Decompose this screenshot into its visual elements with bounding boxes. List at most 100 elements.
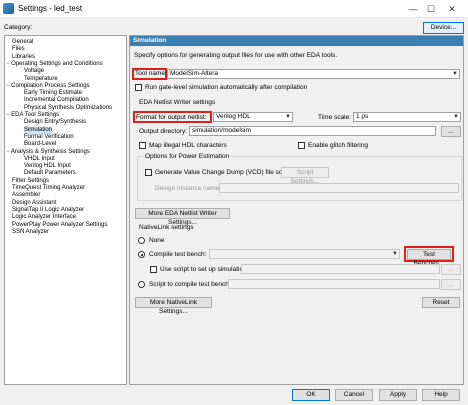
tree-item-label: EDA Tool Settings [11,112,60,118]
chevron-down-icon: ▼ [285,114,291,120]
tree-item-label: Default Parameters [24,170,76,177]
tree-item[interactable]: Simulation [24,126,53,134]
tree-item-label: Logic Analyzer Interface [12,214,77,221]
run-gate-level-checkbox[interactable] [135,84,142,91]
test-benches-button[interactable]: Test Benches... [407,249,451,267]
tree-item[interactable]: − Operating Settings and Conditions [6,61,103,68]
tree-item[interactable]: Verilog HDL Input [24,163,71,170]
none-label: None [149,237,165,244]
tree-item[interactable]: Design Entry/Synthesis [24,119,86,126]
reset-button[interactable]: Reset [422,297,460,308]
tree-item-label: Board-Level [24,141,57,148]
close-icon[interactable]: ✕ [446,3,458,15]
time-scale-combo[interactable]: 1 ps ▼ [353,112,461,122]
tree-item-label: Fitter Settings [12,177,50,184]
tree-item[interactable]: Files [6,46,25,53]
tree-item[interactable]: Voltage [24,68,44,75]
tree-item[interactable]: Assembler [6,192,40,199]
tree-item-label: SignalTap II Logic Analyzer [12,206,85,213]
tree-item-label: Libraries [12,53,36,60]
time-scale-label: Time scale: [318,114,351,121]
tree-item[interactable]: Physical Synthesis Optimizations [24,105,112,112]
tool-name-combo[interactable]: ModelSim-Altera ▼ [167,69,460,79]
tree-item-label: Design Assistant [12,199,57,206]
tree-item[interactable]: Board-Level [24,141,56,148]
tree-item[interactable]: SignalTap II Logic Analyzer [6,207,84,214]
tree-item[interactable]: Logic Analyzer Interface [6,214,76,221]
tree-item-label: Simulation [24,126,53,133]
more-nativelink-settings-button[interactable]: More NativeLink Settings... [135,297,212,315]
tree-item[interactable]: General [6,39,33,46]
chevron-down-icon: ▼ [392,251,398,257]
use-script-field[interactable] [241,264,440,274]
output-directory-field[interactable]: simulation/modelsim [189,126,436,136]
tree-item[interactable]: Incremental Compilation [24,97,89,104]
script-compile-label: Script to compile test bench: [149,281,231,288]
cancel-button[interactable]: Cancel [335,389,373,401]
script-settings-button[interactable]: Script Settings... [281,167,329,185]
compile-test-bench-combo[interactable]: ▼ [209,249,400,259]
tree-item-label: General [12,39,34,45]
panel-description: Specify options for generating output fi… [134,52,338,59]
tree-item[interactable]: Design Assistant [6,200,56,207]
tool-name-label: Tool name: [135,70,167,77]
generate-vcd-checkbox[interactable] [145,169,152,176]
tree-item[interactable]: TimeQuest Timing Analyzer [6,185,85,192]
tree-item-label: Voltage [24,68,45,75]
tree-item[interactable]: − Analysis & Synthesis Settings [6,149,90,156]
use-script-checkbox[interactable] [150,266,157,273]
use-script-label: Use script to set up simulation: [160,266,249,273]
tree-item-label: SSN Analyzer [12,228,50,235]
category-tree[interactable]: General Files Libraries − Operating Setting… [4,35,127,385]
script-compile-radio[interactable] [138,281,145,288]
simulation-panel: Simulation Specify options for generatin… [129,35,464,385]
tree-item[interactable]: Fitter Settings [6,178,49,185]
apply-button[interactable]: Apply [379,389,417,401]
help-button[interactable]: Help [422,389,460,401]
tree-item[interactable]: VHDL Input [24,156,55,163]
tree-item[interactable]: Default Parameters [24,170,76,177]
tree-item[interactable]: PowerPlay Power Analyzer Settings [6,222,107,229]
script-compile-field[interactable] [228,279,440,289]
tree-item-label: PowerPlay Power Analyzer Settings [12,221,108,228]
generate-vcd-label: Generate Value Change Dump (VCD) file sc… [155,169,292,176]
tree-item[interactable]: Formal Verification [24,134,74,141]
format-combo[interactable]: Verilog HDL ▼ [213,112,293,122]
device-button[interactable]: Device... [423,22,464,34]
chevron-down-icon: ▼ [453,114,459,120]
tree-item[interactable]: Temperature [24,76,58,83]
map-illegal-label: Map illegal HDL characters [149,142,227,149]
maximize-icon[interactable]: ☐ [425,3,437,15]
use-script-browse-button[interactable]: ... [441,264,461,275]
output-directory-browse-button[interactable]: ... [441,126,461,137]
tree-item[interactable]: − EDA Tool Settings [6,112,59,119]
more-eda-netlist-settings-button[interactable]: More EDA Netlist Writer Settings... [135,208,230,226]
tree-item[interactable]: SSN Analyzer [6,229,49,236]
enable-glitch-label: Enable glitch filtering [308,142,368,149]
none-radio[interactable] [138,237,145,244]
tree-item-label: Physical Synthesis Optimizations [24,104,113,111]
title-bar: Settings - led_test — ☐ ✕ [0,0,468,18]
tree-item-label: Compilation Process Settings [11,82,90,89]
tree-item[interactable]: − Compilation Process Settings [6,83,90,90]
power-estimation-title: Options for Power Estimation [144,153,231,160]
compile-test-bench-radio[interactable] [138,251,145,258]
tree-item-label: Files [12,46,25,53]
format-value: Verilog HDL [216,113,251,120]
tree-item-label: Incremental Compilation [24,97,89,104]
script-compile-browse-button[interactable]: ... [441,279,461,290]
map-illegal-checkbox[interactable] [139,142,146,149]
tree-item[interactable]: Libraries [6,54,35,61]
design-instance-label: Design instance name: [155,185,222,192]
tree-item-label: Assembler [12,192,41,199]
minimize-icon[interactable]: — [407,3,419,15]
tree-item[interactable]: Early Timing Estimate [24,90,82,97]
chevron-down-icon: ▼ [452,71,458,77]
design-instance-field[interactable] [219,183,459,193]
enable-glitch-checkbox[interactable] [298,142,305,149]
ok-button[interactable]: OK [292,389,330,401]
tree-item-label: Analysis & Synthesis Settings [10,148,90,155]
eda-netlist-title: EDA Netlist Writer settings [139,99,216,106]
output-directory-label: Output directory: [139,128,188,135]
window-title: Settings - led_test [18,4,83,13]
